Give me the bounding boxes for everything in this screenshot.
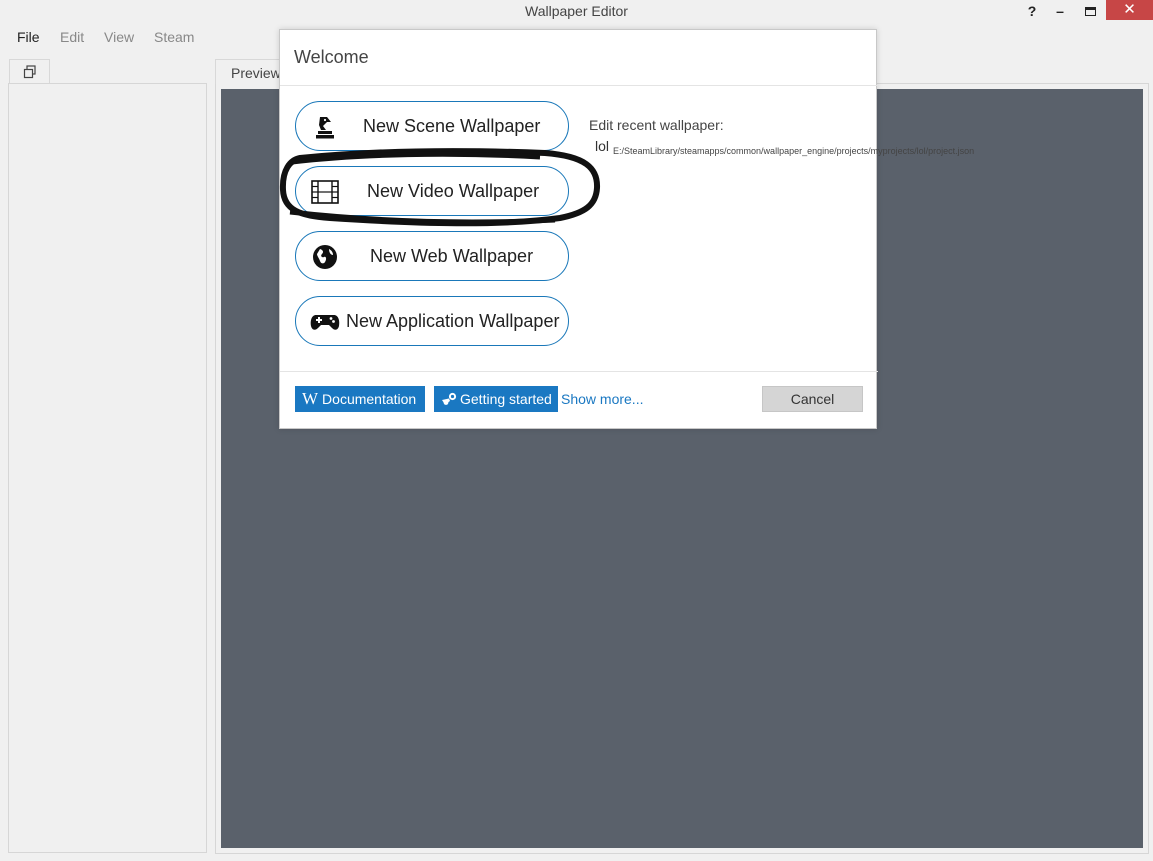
globe-icon [310, 243, 340, 271]
new-application-wallpaper-button[interactable]: New Application Wallpaper [295, 296, 569, 346]
minimize-button[interactable]: – [1048, 0, 1072, 22]
getting-started-button[interactable]: Getting started [434, 386, 558, 412]
button-label: New Scene Wallpaper [363, 116, 541, 136]
cancel-button[interactable]: Cancel [762, 386, 863, 412]
title-bar: Wallpaper Editor ? – ✕ [0, 0, 1153, 24]
documentation-label: Documentation [322, 391, 417, 407]
dialog-title: Welcome [294, 47, 369, 67]
menu-edit[interactable]: Edit [60, 29, 84, 45]
help-button[interactable]: ? [1020, 0, 1044, 22]
button-label: New Application Wallpaper [346, 311, 560, 331]
chess-knight-icon [310, 113, 340, 141]
getting-started-label: Getting started [460, 391, 552, 407]
close-button[interactable]: ✕ [1106, 0, 1153, 20]
steam-icon [441, 392, 457, 406]
copy-icon [23, 65, 36, 79]
tab-preview[interactable]: Preview [215, 59, 285, 84]
film-icon [310, 178, 340, 206]
gamepad-icon [310, 308, 340, 336]
welcome-dialog: Welcome New Scene Wallpaper New Video Wa… [279, 29, 974, 429]
button-label: New Video Wallpaper [367, 181, 540, 201]
menu-view[interactable]: View [104, 29, 134, 45]
show-more-link[interactable]: Show more... [561, 391, 643, 407]
new-scene-wallpaper-button[interactable]: New Scene Wallpaper [295, 101, 569, 151]
left-panel [8, 83, 207, 853]
window-title: Wallpaper Editor [525, 3, 628, 19]
maximize-icon [1084, 7, 1096, 16]
divider [280, 371, 878, 372]
maximize-button[interactable] [1078, 0, 1102, 22]
documentation-button[interactable]: W Documentation [295, 386, 425, 412]
wiki-icon: W [302, 389, 319, 408]
button-label: New Web Wallpaper [370, 246, 534, 266]
layers-tab[interactable] [9, 59, 50, 84]
recent-item-path[interactable]: E:/SteamLibrary/steamapps/common/wallpap… [594, 141, 974, 161]
divider [280, 85, 878, 86]
menu-steam[interactable]: Steam [154, 29, 194, 45]
recent-label: Edit recent wallpaper: [589, 117, 724, 133]
menu-file[interactable]: File [17, 29, 40, 45]
new-video-wallpaper-button[interactable]: New Video Wallpaper [295, 166, 569, 216]
new-web-wallpaper-button[interactable]: New Web Wallpaper [295, 231, 569, 281]
